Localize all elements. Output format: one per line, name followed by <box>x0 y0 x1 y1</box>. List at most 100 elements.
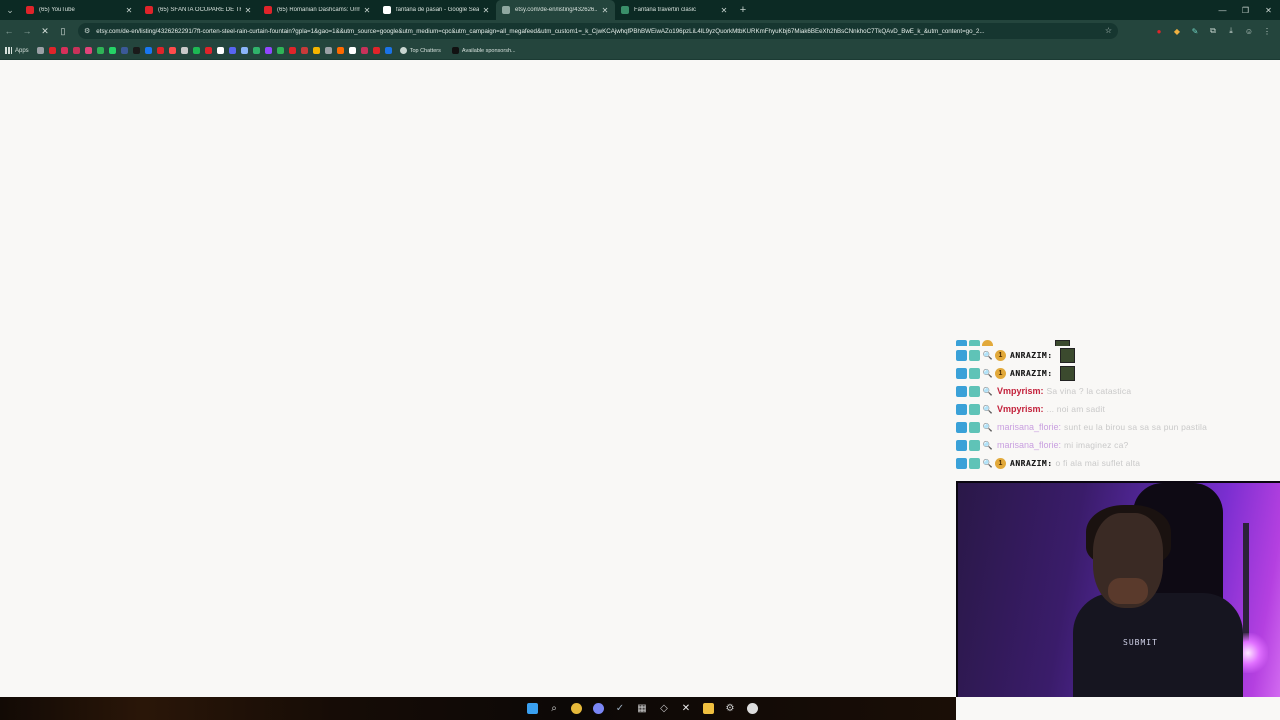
browser-tab[interactable]: (65) SFÂNTA OCUPARE DE TRO ✕ <box>139 0 258 20</box>
tab-search-chevron-icon[interactable]: ⌄ <box>0 0 20 20</box>
browser-tab[interactable]: etsy.com/de-en/listing/432626... ✕ <box>496 0 615 20</box>
downloads-icon[interactable]: ⤓ <box>1222 20 1240 42</box>
taskbar-gear-icon[interactable]: ⚙ <box>719 697 741 720</box>
maximize-icon[interactable]: ❐ <box>1234 0 1257 20</box>
tab-close-icon[interactable]: ✕ <box>244 6 252 15</box>
address-bar-url[interactable]: etsy.com/de-en/listing/4326262291/7ft-co… <box>96 28 1096 35</box>
bookmark-favicon-icon[interactable] <box>203 42 215 60</box>
bookmark-favicon-icon[interactable] <box>263 42 275 60</box>
taskbar-app2-icon[interactable]: ◇ <box>653 697 675 720</box>
close-window-icon[interactable]: ✕ <box>1257 0 1280 20</box>
bookmark-available[interactable]: Available sponsorsh... <box>451 47 516 54</box>
address-bar[interactable]: ⚙ etsy.com/de-en/listing/4326262291/7ft-… <box>78 23 1118 39</box>
menu-kebab-icon[interactable]: ⋮ <box>1258 20 1276 42</box>
bookmark-favicon-icon[interactable] <box>179 42 191 60</box>
bookmark-favicon-icon[interactable] <box>47 42 59 60</box>
bookmark-favicon-icon[interactable] <box>215 42 227 60</box>
browser-tab[interactable]: fantana de pasari - Google Sea... ✕ <box>377 0 496 20</box>
bookmark-favicon-icon[interactable] <box>275 42 287 60</box>
bookmark-favicon-icon[interactable] <box>323 42 335 60</box>
tab-favicon-icon <box>26 6 34 14</box>
bookmark-favicon-icon[interactable] <box>131 42 143 60</box>
chat-username[interactable]: ANRAZIM: <box>1010 459 1053 468</box>
extension-icon-red[interactable]: ● <box>1150 20 1168 42</box>
bookmark-favicon-icon[interactable] <box>71 42 83 60</box>
badge-icon <box>956 340 967 346</box>
chat-message-text: Sa vina ? la catastica <box>1046 386 1132 396</box>
extensions-puzzle-icon[interactable]: ⧉ <box>1204 20 1222 42</box>
new-tab-button[interactable]: + <box>734 4 752 16</box>
bookmark-favicon-glyph <box>109 47 117 54</box>
taskbar-discord-icon[interactable] <box>587 697 609 720</box>
chat-username[interactable]: ANRAZIM: <box>1010 369 1053 378</box>
browser-tab[interactable]: (65) YouTube ✕ <box>20 0 139 20</box>
bookmark-favicon-icon[interactable] <box>59 42 71 60</box>
taskbar-x-icon[interactable]: ✕ <box>675 697 697 720</box>
site-info-icon[interactable]: ⚙ <box>84 27 90 35</box>
taskbar-folder-icon[interactable] <box>697 697 719 720</box>
bookmark-favicon-icon[interactable] <box>155 42 167 60</box>
back-arrow-icon[interactable]: ← <box>0 20 18 42</box>
forward-arrow-icon[interactable]: → <box>18 20 36 42</box>
extension-icon-tool[interactable]: ✎ <box>1186 20 1204 42</box>
bookmark-apps-label: Apps <box>15 47 29 54</box>
bookmark-favicon-icon[interactable] <box>95 42 107 60</box>
tab-close-icon[interactable]: ✕ <box>125 6 133 15</box>
stop-loading-icon[interactable]: ✕ <box>36 20 54 42</box>
browser-tab[interactable]: (65) Romanian Dashcams: Urm... ✕ <box>258 0 377 20</box>
tab-favicon-icon <box>264 6 272 14</box>
bookmark-favicon-icon[interactable] <box>251 42 263 60</box>
bookmark-favicon-icon[interactable] <box>83 42 95 60</box>
bookmark-favicon-glyph <box>349 47 357 54</box>
browser-tab[interactable]: Fantana travertin clasic ✕ <box>615 0 734 20</box>
tab-close-icon[interactable]: ✕ <box>720 6 728 15</box>
bookmark-favicon-icon[interactable] <box>311 42 323 60</box>
bookmark-favicon-icon[interactable] <box>107 42 119 60</box>
tab-close-icon[interactable]: ✕ <box>601 6 609 15</box>
taskbar-steam-icon[interactable]: ✓ <box>609 697 631 720</box>
bookmark-favicon-icon[interactable] <box>239 42 251 60</box>
chat-message-text: ... noi am sadit <box>1046 404 1106 414</box>
bookmark-favicon-glyph <box>133 47 141 54</box>
bookmark-favicon-icon[interactable] <box>227 42 239 60</box>
bookmark-star-icon[interactable]: ☆ <box>1105 26 1112 35</box>
chat-badge-icon <box>956 439 967 451</box>
start-windows-icon[interactable] <box>521 697 543 720</box>
bookmark-folder-icon[interactable] <box>35 42 47 60</box>
bookmark-favicon-icon[interactable] <box>119 42 131 60</box>
bookmark-top-chatters[interactable]: Top Chatters <box>399 47 441 54</box>
bookmark-favicon-icon[interactable] <box>167 42 179 60</box>
bookmark-favicon-glyph <box>145 47 153 54</box>
tab-close-icon[interactable]: ✕ <box>363 6 371 15</box>
bookmark-favicon-icon[interactable] <box>347 42 359 60</box>
chat-badge-icon: 🔍 <box>982 368 993 378</box>
bookmark-favicon-icon[interactable] <box>191 42 203 60</box>
chat-badge-icon <box>969 367 980 379</box>
sidebar-toggle-icon[interactable]: ▯ <box>54 20 72 42</box>
bookmark-favicon-icon[interactable] <box>371 42 383 60</box>
chat-username[interactable]: marisana_florie: <box>997 422 1061 432</box>
chat-message: 🔍 Vmpyrism:... noi am sadit <box>956 400 1256 418</box>
minimize-icon[interactable]: — <box>1211 0 1234 20</box>
taskbar-chrome-icon[interactable] <box>565 697 587 720</box>
taskbar-search-icon[interactable]: ⌕ <box>543 697 565 720</box>
profile-icon[interactable]: ☺ <box>1240 20 1258 42</box>
bookmark-icons <box>47 42 395 60</box>
chat-username[interactable]: marisana_florie: <box>997 440 1061 450</box>
bookmark-favicon-icon[interactable] <box>359 42 371 60</box>
bookmark-apps[interactable]: Apps <box>5 47 29 54</box>
taskbar-obs-icon[interactable] <box>741 697 763 720</box>
bookmark-favicon-icon[interactable] <box>335 42 347 60</box>
extension-icon-drop[interactable]: ◆ <box>1168 20 1186 42</box>
chat-message: 🔍 1 ANRAZIM: <box>956 346 1256 364</box>
bookmark-favicon-icon[interactable] <box>143 42 155 60</box>
taskbar-app-icon[interactable]: ▦ <box>631 697 653 720</box>
chat-username[interactable]: Vmpyrism: <box>997 386 1044 396</box>
bookmark-favicon-icon[interactable] <box>299 42 311 60</box>
chat-message: 🔍 Vmpyrism: Sa vina ? la catastica <box>956 382 1256 400</box>
chat-username[interactable]: Vmpyrism: <box>997 404 1044 414</box>
bookmark-favicon-icon[interactable] <box>287 42 299 60</box>
tab-close-icon[interactable]: ✕ <box>482 6 490 15</box>
bookmark-favicon-icon[interactable] <box>383 42 395 60</box>
chat-username[interactable]: ANRAZIM: <box>1010 351 1053 360</box>
